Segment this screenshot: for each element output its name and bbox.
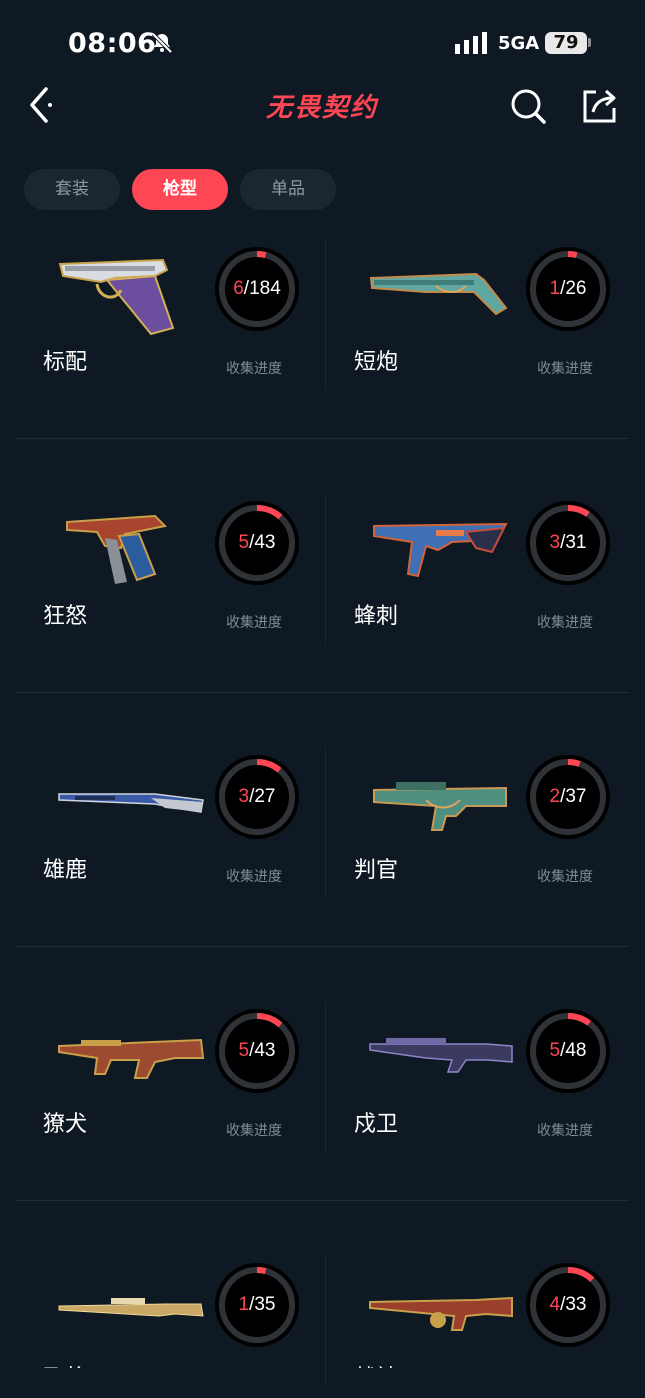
weapon-image-marksman-rifle: [366, 1004, 516, 1099]
weapon-card-bucky[interactable]: 3/27 雄鹿 收集进度: [15, 740, 325, 970]
weapon-image-shotgun: [366, 242, 516, 337]
battery-level: 79: [545, 32, 587, 54]
weapon-image-shotgun: [55, 750, 205, 845]
total-count: 43: [254, 1040, 276, 1061]
total-count: 35: [254, 1294, 276, 1315]
progress-label: 收集进度: [226, 615, 282, 631]
weapon-image-rifle: [55, 1004, 205, 1099]
bell-muted-icon: [151, 32, 173, 54]
progress-label: 收集进度: [226, 361, 282, 377]
total-count: 48: [565, 1040, 587, 1061]
weapon-name: 标配: [43, 350, 88, 375]
progress-ring: 6/184: [215, 247, 299, 331]
collected-count: 3: [238, 786, 250, 807]
weapon-name: 蜂刺: [354, 604, 399, 629]
collected-count: 1: [549, 278, 561, 299]
total-count: 33: [565, 1294, 587, 1315]
collected-count: 3: [549, 532, 561, 553]
weapon-card-marshal[interactable]: 1/35 飞将: [15, 1248, 325, 1368]
progress-ring: 1/35: [215, 1263, 299, 1347]
tab-weapon-type[interactable]: 枪型: [132, 169, 228, 210]
weapon-image-auto-shotgun: [366, 750, 516, 845]
weapon-name: 飞将: [43, 1360, 87, 1368]
progress-ring: 5/43: [215, 1009, 299, 1093]
weapon-card-bulldog[interactable]: 5/43 獠犬 收集进度: [15, 994, 325, 1224]
progress-label: 收集进度: [537, 361, 593, 377]
status-time: 08:06: [68, 28, 157, 59]
total-count: 27: [254, 786, 276, 807]
page-title: 无畏契约: [265, 93, 378, 123]
weapon-name: 判官: [354, 858, 399, 883]
weapon-image-smg: [366, 496, 516, 591]
weapon-card-guardian[interactable]: 5/48 戍卫 收集进度: [326, 994, 636, 1224]
battery-icon: [588, 38, 591, 47]
weapon-name: 戍卫: [354, 1112, 399, 1137]
collected-count: 5: [238, 1040, 250, 1061]
total-count: 31: [565, 532, 587, 553]
progress-ring: 3/27: [215, 755, 299, 839]
total-count: 37: [565, 786, 587, 807]
weapon-image-machine-pistol: [55, 496, 205, 591]
weapon-image-pistol: [55, 242, 205, 337]
progress-label: 收集进度: [226, 869, 282, 885]
progress-label: 收集进度: [537, 869, 593, 885]
progress-ring: 5/43: [215, 501, 299, 585]
network-type: 5GA: [498, 33, 540, 54]
progress-label: 收集进度: [226, 1123, 282, 1139]
tab-single-items[interactable]: 单品: [240, 169, 336, 210]
progress-ring: 2/37: [526, 755, 610, 839]
progress-ring: 4/33: [526, 1263, 610, 1347]
collected-count: 1: [238, 1294, 250, 1315]
progress-ring: 5/48: [526, 1009, 610, 1093]
collected-count: 6: [233, 278, 244, 299]
total-count: 43: [254, 532, 276, 553]
weapon-name: 雄鹿: [43, 858, 88, 883]
weapon-name: 獠犬: [43, 1112, 88, 1137]
tab-sets[interactable]: 套装: [24, 169, 120, 210]
weapon-card-classic[interactable]: 6/184 标配 收集进度: [15, 232, 325, 462]
app-header: 无畏契约: [0, 80, 645, 140]
collected-count: 5: [238, 532, 250, 553]
share-icon[interactable]: [580, 86, 620, 126]
weapon-name: 战神: [354, 1360, 398, 1368]
progress-label: 收集进度: [537, 1123, 593, 1139]
progress-ring: 3/31: [526, 501, 610, 585]
weapon-card-ares[interactable]: 4/33 战神: [326, 1248, 636, 1368]
weapon-card-judge[interactable]: 2/37 判官 收集进度: [326, 740, 636, 970]
back-arrow-icon[interactable]: [24, 83, 58, 127]
weapon-image-machine-gun: [366, 1258, 516, 1353]
weapon-card-stinger[interactable]: 3/31 蜂刺 收集进度: [326, 486, 636, 716]
weapon-image-sniper: [55, 1258, 205, 1353]
total-count: 184: [249, 278, 281, 299]
collected-count: 5: [549, 1040, 561, 1061]
total-count: 26: [565, 278, 587, 299]
weapon-card-frenzy[interactable]: 5/43 狂怒 收集进度: [15, 486, 325, 716]
collected-count: 4: [549, 1294, 561, 1315]
weapon-name: 短炮: [354, 350, 399, 375]
search-icon[interactable]: [508, 86, 548, 126]
signal-icon: [455, 32, 487, 54]
status-bar: 08:06 5GA 79: [0, 0, 645, 80]
collected-count: 2: [549, 786, 561, 807]
weapon-card-shorty[interactable]: 1/26 短炮 收集进度: [326, 232, 636, 462]
progress-ring: 1/26: [526, 247, 610, 331]
progress-label: 收集进度: [537, 615, 593, 631]
weapon-name: 狂怒: [43, 604, 88, 629]
